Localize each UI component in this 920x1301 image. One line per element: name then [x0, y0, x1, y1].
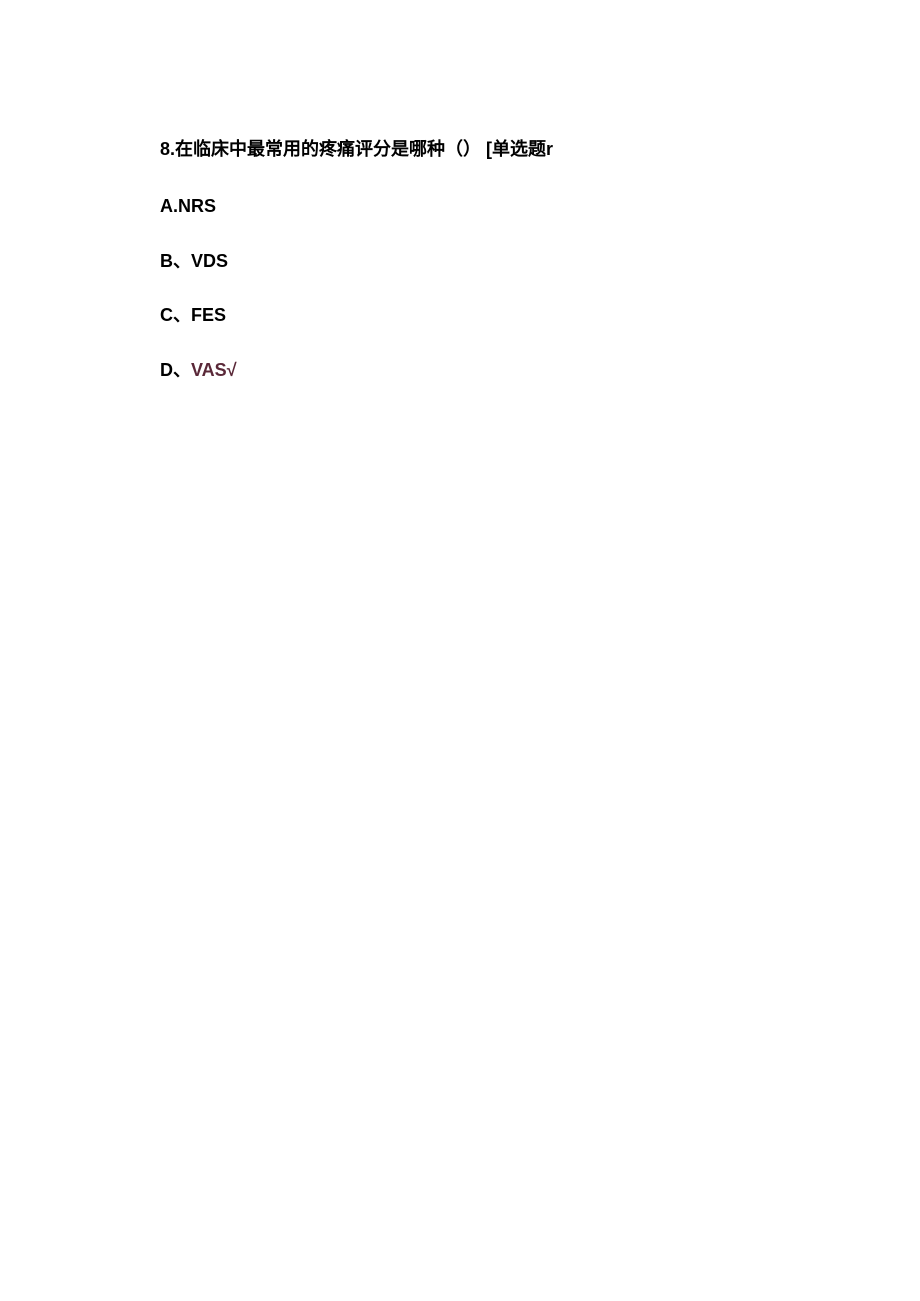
option-text: FES: [191, 305, 226, 325]
option-text: NRS: [178, 196, 216, 216]
option-letter: B、: [160, 251, 191, 271]
question-type-label: [单选题r: [486, 139, 553, 159]
option-c: C、FES: [160, 301, 760, 330]
checkmark-icon: √: [227, 360, 237, 380]
question-line: 8.在临床中最常用的疼痛评分是哪种（） [单选题r: [160, 135, 760, 164]
option-a: A.NRS: [160, 192, 760, 221]
option-b: B、VDS: [160, 247, 760, 276]
option-text: VDS: [191, 251, 228, 271]
question-number: 8.: [160, 139, 175, 159]
question-stem: 在临床中最常用的疼痛评分是哪种（）: [175, 139, 481, 159]
option-letter: C、: [160, 305, 191, 325]
option-letter: A.: [160, 196, 178, 216]
option-d: D、VAS√: [160, 356, 760, 385]
option-letter: D、: [160, 360, 191, 380]
option-text: VAS: [191, 360, 227, 380]
